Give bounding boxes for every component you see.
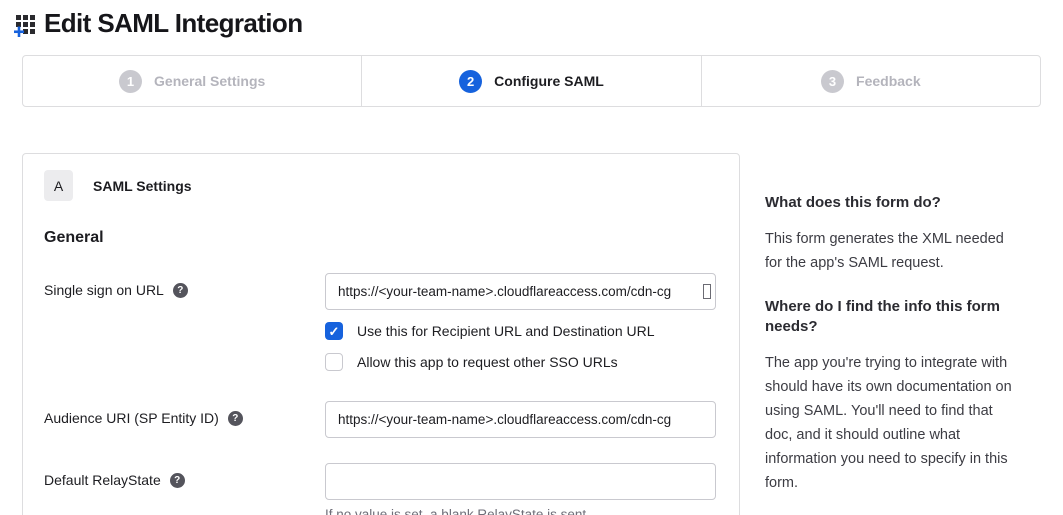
- sidebar-paragraph-where: The app you're trying to integrate with …: [765, 351, 1017, 495]
- saml-settings-panel: A SAML Settings General Single sign on U…: [22, 153, 740, 515]
- section-letter-badge: A: [44, 170, 73, 201]
- step-number-badge: 1: [119, 70, 142, 93]
- checkbox-recipient-destination[interactable]: [325, 322, 343, 340]
- sso-url-label-wrap: Single sign on URL ?: [44, 273, 325, 298]
- audience-uri-label-wrap: Audience URI (SP Entity ID) ?: [44, 401, 325, 426]
- help-icon[interactable]: ?: [170, 473, 185, 488]
- step-number-badge: 3: [821, 70, 844, 93]
- checkbox-other-sso-urls-label: Allow this app to request other SSO URLs: [357, 354, 618, 370]
- help-icon[interactable]: ?: [173, 283, 188, 298]
- relay-state-helper-text: If no value is set, a blank RelayState i…: [325, 507, 719, 515]
- checkbox-recipient-destination-label: Use this for Recipient URL and Destinati…: [357, 323, 655, 339]
- page-header: Edit SAML Integration: [0, 0, 1063, 39]
- step-number-badge: 2: [459, 70, 482, 93]
- wizard-step-general-settings[interactable]: 1 General Settings: [23, 56, 361, 106]
- step-wizard: 1 General Settings 2 Configure SAML 3 Fe…: [22, 55, 1041, 107]
- step-label: Configure SAML: [494, 73, 604, 89]
- audience-uri-controls: [325, 401, 719, 438]
- form-row-audience-uri: Audience URI (SP Entity ID) ?: [44, 401, 719, 438]
- sso-url-controls: Use this for Recipient URL and Destinati…: [325, 273, 719, 371]
- wizard-step-configure-saml[interactable]: 2 Configure SAML: [361, 56, 700, 106]
- checkbox-row-recipient: Use this for Recipient URL and Destinati…: [325, 322, 719, 340]
- help-icon[interactable]: ?: [228, 411, 243, 426]
- step-label: Feedback: [856, 73, 921, 89]
- relay-state-input[interactable]: [325, 463, 716, 500]
- group-heading-general: General: [44, 229, 719, 247]
- sidebar-heading-where: Where do I find the info this form needs…: [765, 297, 1017, 337]
- panel-header: A SAML Settings: [44, 170, 719, 201]
- section-title: SAML Settings: [93, 178, 192, 194]
- relay-state-label-wrap: Default RelayState ?: [44, 463, 325, 488]
- step-label: General Settings: [154, 73, 265, 89]
- page-title: Edit SAML Integration: [44, 8, 302, 39]
- relay-state-input-wrap: [325, 463, 716, 500]
- content-area: A SAML Settings General Single sign on U…: [0, 153, 1063, 515]
- relay-state-label: Default RelayState: [44, 472, 161, 488]
- audience-uri-input[interactable]: [325, 401, 716, 438]
- sidebar-paragraph-what: This form generates the XML needed for t…: [765, 227, 1017, 275]
- app-grid-plus-icon: [14, 10, 40, 38]
- checkbox-row-other-sso: Allow this app to request other SSO URLs: [325, 353, 719, 371]
- form-row-relay-state: Default RelayState ? If no value is set,…: [44, 463, 719, 515]
- text-cursor: [703, 284, 711, 299]
- form-row-sso-url: Single sign on URL ? Use this for Recipi…: [44, 273, 719, 371]
- sso-url-input-wrap: [325, 273, 716, 310]
- help-sidebar: What does this form do? This form genera…: [765, 153, 1017, 515]
- audience-uri-input-wrap: [325, 401, 716, 438]
- sidebar-heading-what: What does this form do?: [765, 193, 1017, 213]
- relay-state-controls: If no value is set, a blank RelayState i…: [325, 463, 719, 515]
- audience-uri-label: Audience URI (SP Entity ID): [44, 410, 219, 426]
- wizard-step-feedback[interactable]: 3 Feedback: [701, 56, 1040, 106]
- sso-url-input[interactable]: [325, 273, 716, 310]
- checkbox-other-sso-urls[interactable]: [325, 353, 343, 371]
- sso-url-label: Single sign on URL: [44, 282, 164, 298]
